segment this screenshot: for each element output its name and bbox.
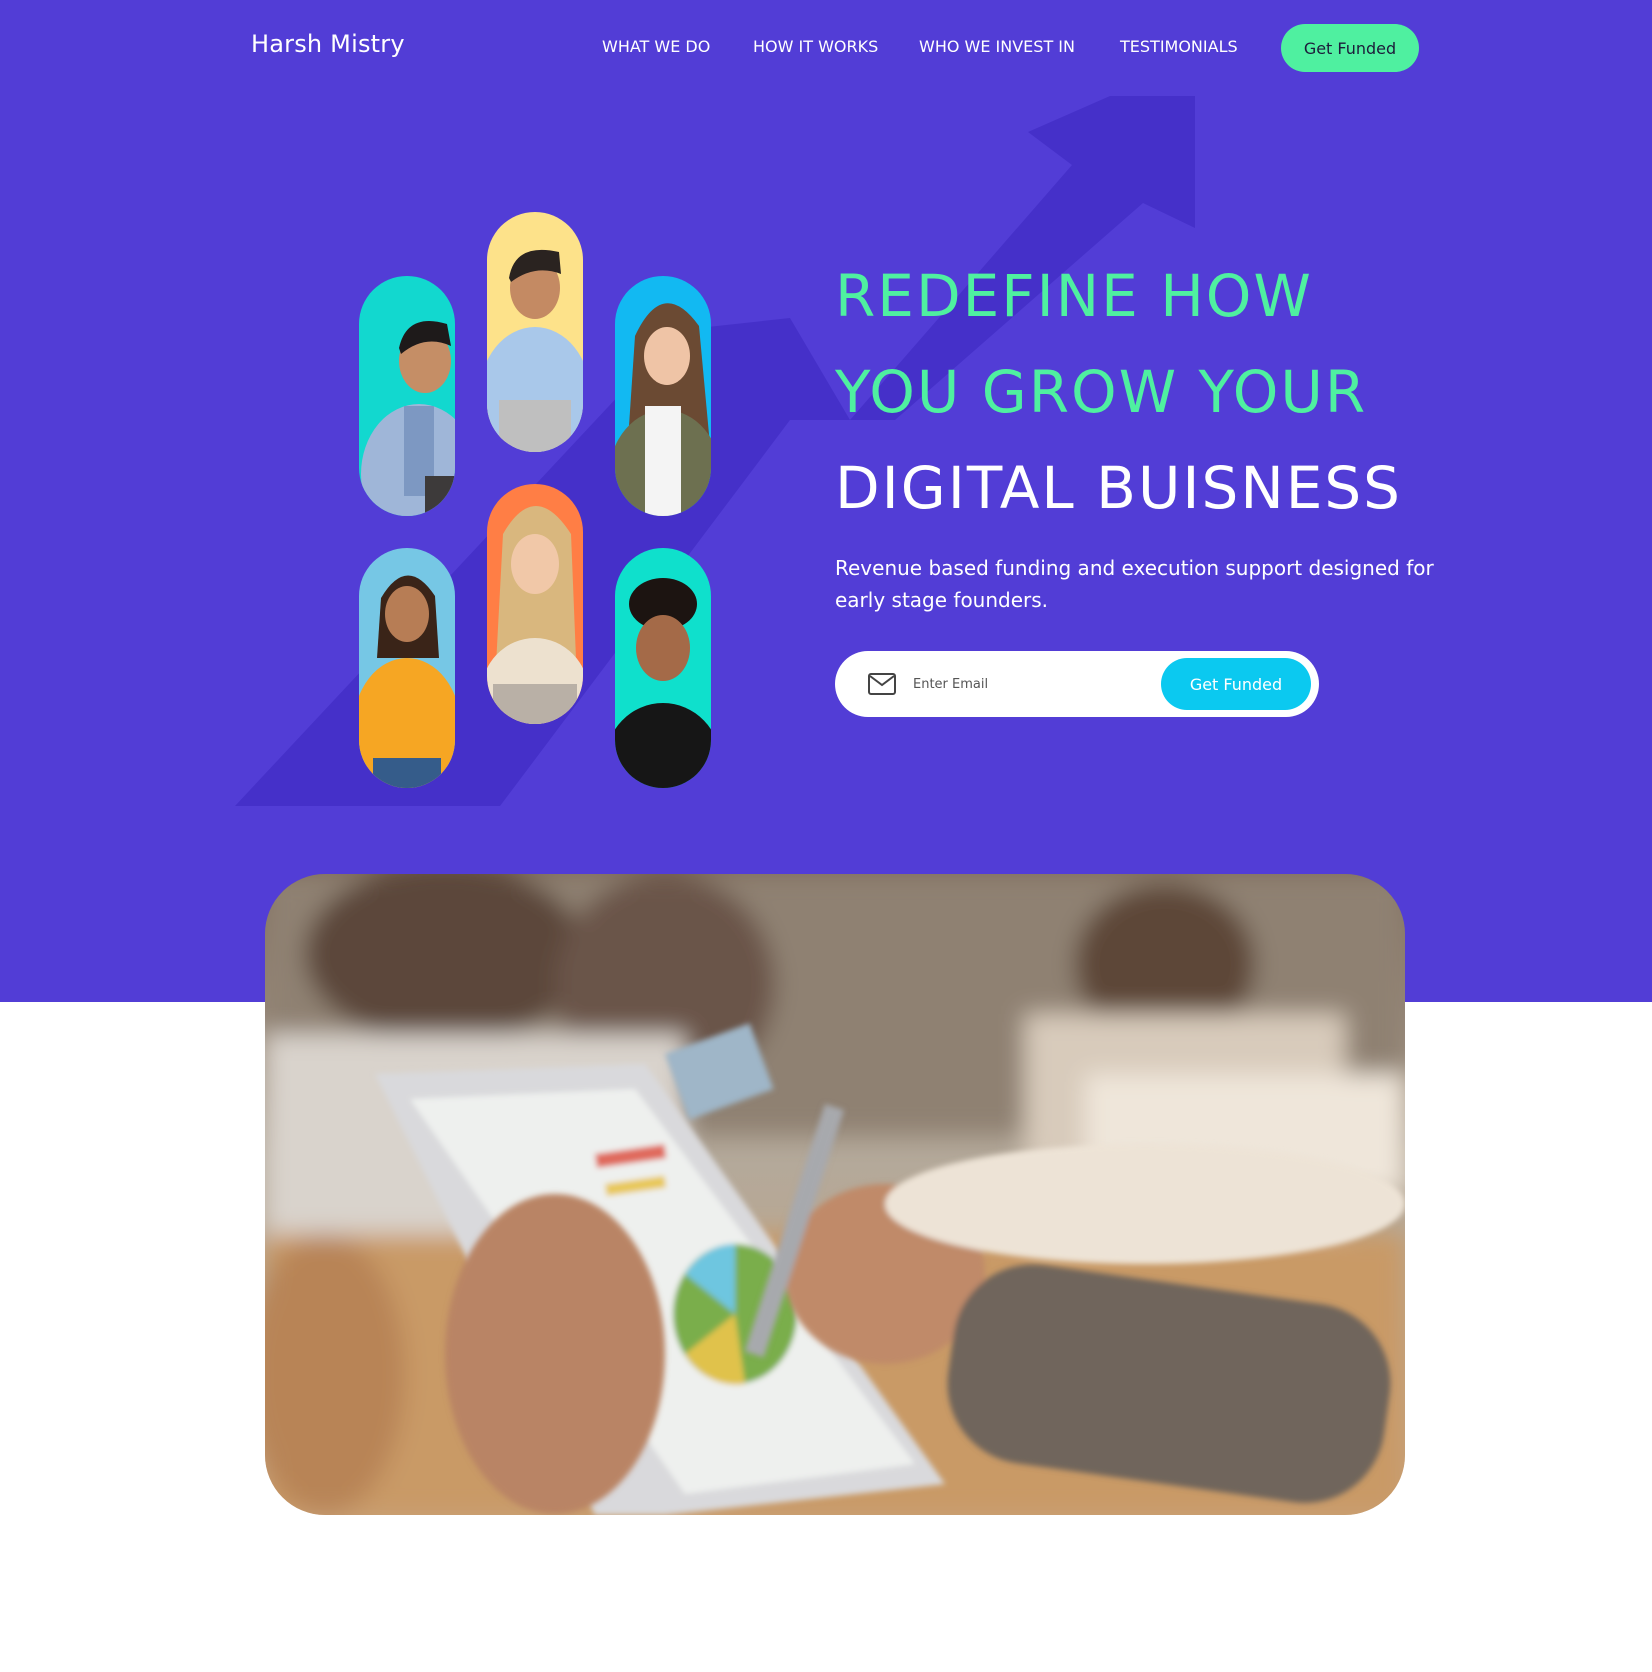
founder-portrait-6: [615, 548, 711, 788]
founder-portrait-1: [359, 276, 455, 516]
hero-headline: REDEFINE HOW YOU GROW YOUR DIGITAL BUISN…: [835, 248, 1402, 536]
headline-line-1: REDEFINE HOW: [835, 262, 1313, 330]
brand-logo[interactable]: Harsh Mistry: [251, 30, 405, 58]
hero-subtitle: Revenue based funding and execution supp…: [835, 556, 1434, 612]
nav-how-it-works[interactable]: HOW IT WORKS: [753, 37, 878, 56]
email-signup-form: Get Funded: [835, 651, 1319, 717]
email-input[interactable]: [913, 667, 1143, 701]
nav-testimonials[interactable]: TESTIMONIALS: [1120, 37, 1238, 56]
headline-line-2: YOU GROW YOUR: [835, 358, 1368, 426]
nav-what-we-do[interactable]: WHAT WE DO: [602, 37, 710, 56]
founder-portrait-5: [359, 548, 455, 788]
header-get-funded-button[interactable]: Get Funded: [1281, 24, 1419, 72]
team-meeting-photo: [265, 874, 1405, 1515]
founder-portrait-3: [615, 276, 711, 516]
founder-portrait-4: [487, 484, 583, 724]
founder-portrait-2: [487, 212, 583, 452]
email-get-funded-button[interactable]: Get Funded: [1161, 658, 1311, 710]
hero-section: Harsh Mistry WHAT WE DO HOW IT WORKS WHO…: [0, 0, 1652, 1002]
nav-who-we-invest-in[interactable]: WHO WE INVEST IN: [919, 37, 1075, 56]
mail-icon: [868, 673, 896, 695]
headline-line-3: DIGITAL BUISNESS: [835, 454, 1402, 522]
growth-arrow-graphic: [235, 96, 1195, 806]
